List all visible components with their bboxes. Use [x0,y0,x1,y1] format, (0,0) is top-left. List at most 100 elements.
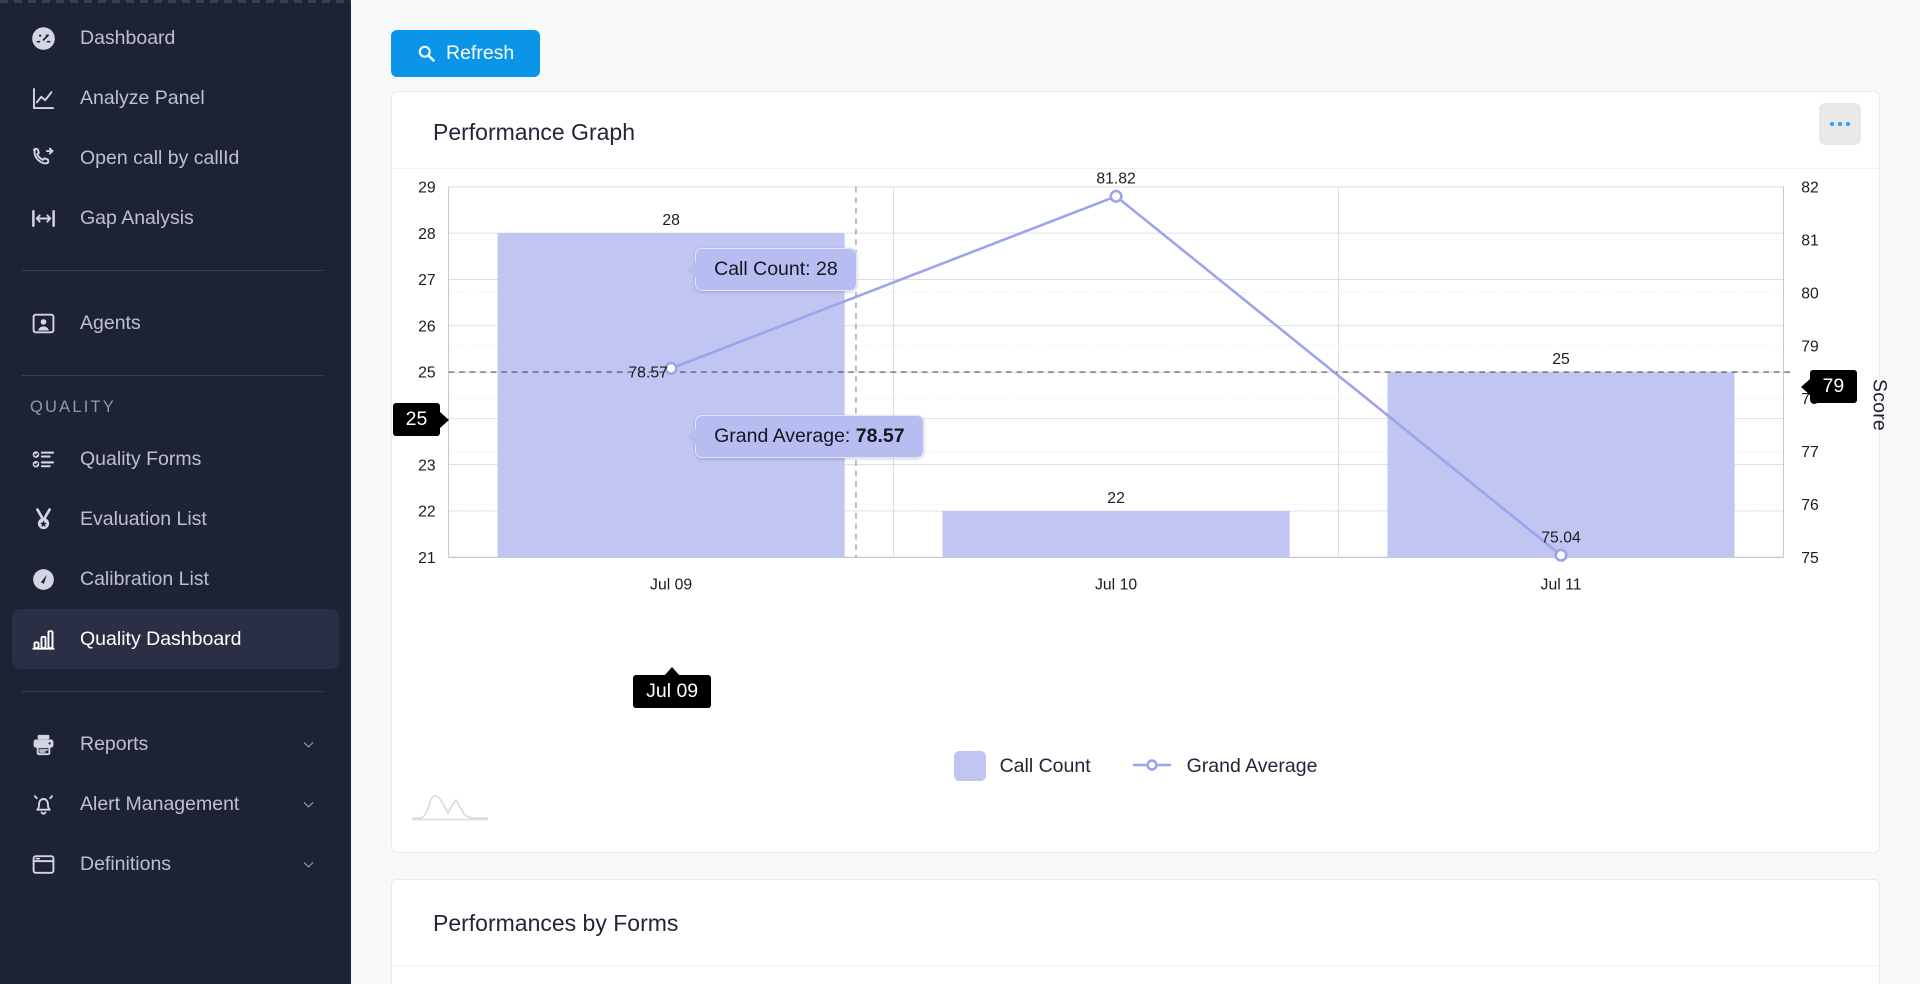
line-point[interactable] [1109,189,1123,203]
sidebar-item-gap-analysis[interactable]: Gap Analysis [12,188,339,248]
sidebar-item-dashboard[interactable]: Dashboard [12,8,339,68]
grand-average-tooltip-value: 78.57 [855,425,905,448]
performance-chart: 2928272625242322218281807978777675282225… [392,169,1891,829]
performances-by-forms-title: Performances by Forms [392,880,1879,966]
x-axis-tick-label: Jul 09 [650,577,692,594]
secondary-y-axis-tick-label: 76 [1801,497,1819,514]
refresh-button-label: Refresh [446,42,515,64]
printer-icon [30,730,64,758]
distribution-sparkline-icon[interactable] [410,787,490,823]
sidebar-item-evaluation-list[interactable]: Evaluation List [12,489,339,549]
bar-value-label: 25 [1552,351,1570,368]
search-icon [417,44,436,63]
sidebar-item-label: Alert Management [80,792,240,815]
chart-canvas[interactable]: 2928272625242322218281807978777675282225… [392,169,1879,703]
sidebar-item-quality-forms[interactable]: Quality Forms [12,429,339,489]
secondary-y-axis-tick-label: 82 [1801,179,1819,196]
sidebar-divider [22,691,323,692]
sidebar-item-label: Analyze Panel [80,86,205,109]
bar-value-label: 22 [1107,490,1125,507]
app-root: Dashboard Analyze Panel Open call by callI… [0,0,1920,984]
sidebar-item-label: Calibration List [80,567,209,590]
grand-average-tooltip: Grand Average: 78.57 [687,415,924,459]
x-axis-tick-label: Jul 11 [1541,577,1582,594]
sidebar-item-label: Open call by callId [80,146,240,169]
legend-swatch-icon [953,751,986,781]
y-axis-tick-label: 27 [418,272,436,289]
sidebar-item-label: Agents [80,311,141,334]
crosshair-left-badge: 25 [392,403,449,436]
performance-graph-card: Performance Graph 2928272625242322218281… [391,91,1891,853]
user-card-icon [30,309,64,337]
legend-label: Grand Average [1186,754,1318,777]
legend-label: Call Count [999,754,1091,777]
call-count-tooltip: Call Count: 28 [687,248,857,292]
arrows-horizontal-icon [30,204,64,232]
sidebar-item-label: Dashboard [80,26,176,49]
bell-icon [30,790,64,818]
sidebar-item-label: Quality Forms [80,447,202,470]
crosshair-bottom-badge: Jul 09 [633,667,712,708]
refresh-button[interactable]: Refresh [391,30,541,77]
secondary-y-axis-tick-label: 75 [1801,550,1819,567]
sidebar-top-edge [0,0,351,3]
phone-forward-icon [30,144,64,172]
sidebar-item-alert-management[interactable]: Alert Management [12,774,339,834]
chevron-down-icon[interactable] [300,856,317,873]
sidebar-item-label: Evaluation List [80,507,207,530]
secondary-axis-title: Score [1868,379,1891,432]
window-icon [30,850,64,878]
line-point[interactable] [1554,548,1568,562]
chevron-down-icon[interactable] [300,796,317,813]
line-value-label: 78.57 [628,365,667,382]
sidebar-divider [22,270,323,271]
form-link[interactable]: Musteri Kalite Değerlendirme Formu - Q1 [392,966,1879,984]
line-value-label: 81.82 [1096,170,1135,187]
y-axis-tick-label: 28 [418,226,436,243]
secondary-y-axis-tick-label: 81 [1801,232,1819,249]
grand-average-tooltip-label: Grand Average: [714,425,856,448]
sidebar-nav: Dashboard Analyze Panel Open call by callI… [0,8,351,894]
sidebar-item-reports[interactable]: Reports [12,714,339,774]
secondary-y-axis-tick-label: 80 [1801,285,1819,302]
medal-icon [30,505,64,533]
x-axis-tick-label: Jul 10 [1095,577,1137,594]
call-count-tooltip-label: Call Count: [714,258,816,281]
line-chart-icon [30,84,64,112]
main-content: Refresh Performance Graph 29282726252423… [351,0,1920,984]
sidebar-item-agents[interactable]: Agents [12,293,339,353]
sidebar-item-definitions[interactable]: Definitions [12,834,339,894]
chart-legend: Call Count Grand Average [392,751,1879,781]
line-value-label: 75.04 [1541,529,1581,546]
call-count-tooltip-value: 28 [816,258,838,281]
more-options-icon[interactable] [1819,103,1861,145]
sidebar: Dashboard Analyze Panel Open call by callI… [0,0,351,984]
legend-line-marker-icon [1131,755,1173,778]
sidebar-item-analyze-panel[interactable]: Analyze Panel [12,68,339,128]
y-axis-tick-label: 26 [418,318,436,335]
performance-graph-title: Performance Graph [392,92,1879,169]
gauge-icon [30,24,64,52]
sidebar-item-calibration-list[interactable]: Calibration List [12,549,339,609]
secondary-y-axis-tick-label: 79 [1801,338,1819,355]
chevron-down-icon[interactable] [300,736,317,753]
bar[interactable] [942,511,1290,558]
y-axis-tick-label: 23 [418,457,436,474]
y-axis-tick-label: 29 [418,179,436,196]
legend-item-call-count[interactable]: Call Count [953,751,1091,781]
sidebar-item-label: Definitions [80,852,172,875]
sidebar-item-label: Quality Dashboard [80,627,242,650]
sidebar-section-title: QUALITY [30,398,117,416]
bar-chart-icon [30,625,64,653]
sidebar-item-label: Reports [80,732,149,755]
legend-item-grand-average[interactable]: Grand Average [1131,754,1318,778]
sidebar-item-quality-dashboard[interactable]: Quality Dashboard [12,609,339,669]
crosshair-right-badge: 79 [1800,370,1858,404]
y-axis-tick-label: 22 [418,504,436,521]
sidebar-item-label: Gap Analysis [80,206,194,229]
checklist-icon [30,445,64,473]
sidebar-divider [22,375,323,376]
y-axis-tick-label: 21 [418,550,436,567]
sidebar-item-open-call-by-callid[interactable]: Open call by callId [12,128,339,188]
bar-value-label: 28 [662,212,680,229]
